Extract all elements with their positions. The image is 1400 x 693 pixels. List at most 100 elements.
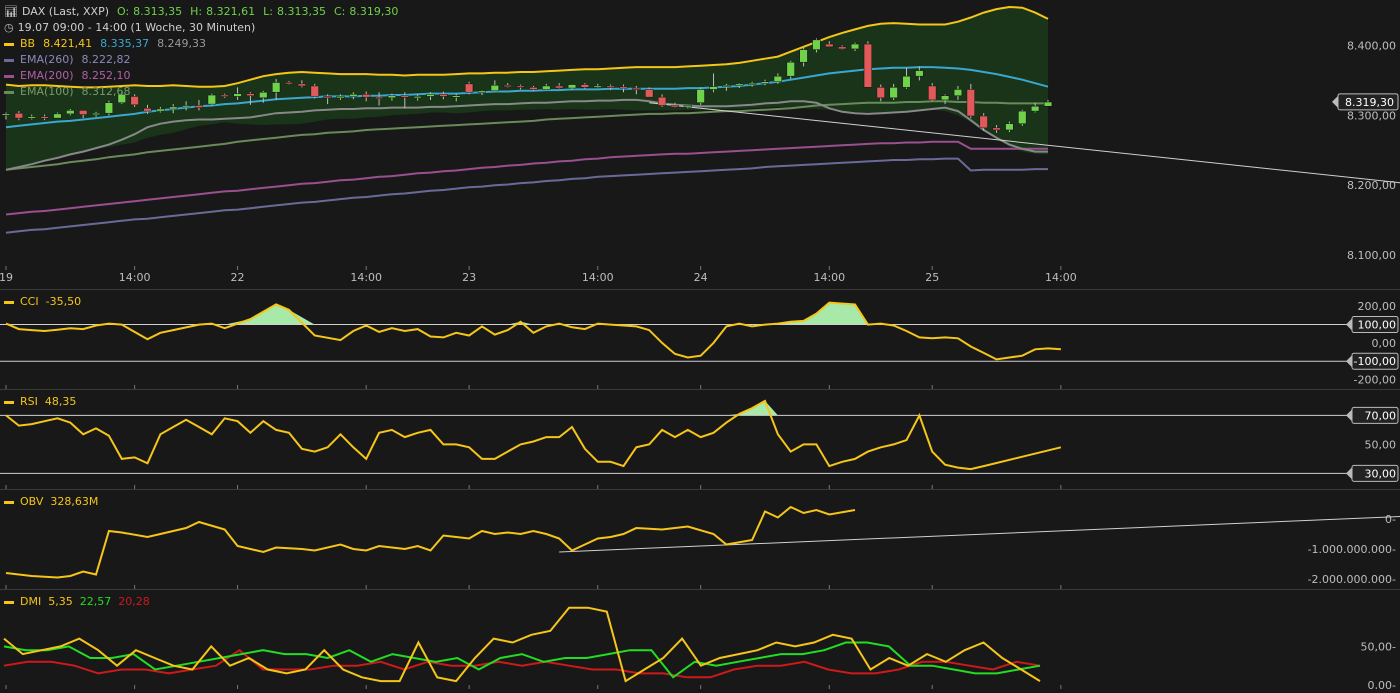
candle-body	[710, 87, 718, 90]
x-tick-label: 14:00	[350, 271, 382, 284]
open-label: O:	[117, 4, 129, 20]
candle-body	[915, 71, 923, 77]
open-value: 8.313,35	[133, 4, 182, 20]
low-label: L:	[263, 4, 273, 20]
obv-y-tick-label: -2.000.000.000-	[1308, 573, 1396, 586]
candle-body	[440, 94, 448, 96]
candle-body	[452, 96, 460, 98]
rsi-swatch	[4, 401, 14, 404]
low-value: 8.313,35	[277, 4, 326, 20]
candle-body	[2, 114, 10, 116]
ema100-value: 8.312,68	[82, 84, 131, 100]
candle-body	[1006, 124, 1014, 130]
x-tick-label: 14:00	[1045, 271, 1077, 284]
obv-swatch	[4, 501, 14, 504]
cci-legend[interactable]: CCI -35,50	[4, 294, 81, 310]
candle-body	[645, 89, 653, 97]
ema200-legend-row[interactable]: EMA(200) 8.252,10	[4, 68, 398, 84]
clock-icon[interactable]: ◷	[4, 20, 14, 36]
candle-body	[825, 44, 833, 47]
candle-body	[671, 106, 679, 108]
bb-upper-value: 8.421,41	[43, 36, 92, 52]
dmi-legend[interactable]: DMI 5,35 22,57 20,28	[4, 594, 150, 610]
high-value: 8.321,61	[206, 4, 255, 20]
cci-level-label: 100,00	[1358, 319, 1397, 332]
ema100-swatch	[4, 91, 14, 94]
x-tick-label: 23	[462, 271, 476, 284]
cci-y-tick-label: 0,00	[1372, 337, 1397, 350]
candle-body	[787, 62, 795, 76]
bb-swatch	[4, 43, 14, 46]
candle-body	[903, 76, 911, 87]
candle-body	[157, 109, 165, 111]
cci-y-tick-label: -200,00	[1354, 374, 1396, 387]
candle-body	[414, 96, 422, 98]
x-tick-label: 24	[694, 271, 708, 284]
candle-body	[761, 82, 769, 84]
y-tick-label: 8.300,00	[1347, 109, 1396, 122]
bb-legend-label: BB	[20, 36, 35, 52]
obv-y-tick-label: 0-	[1385, 513, 1396, 526]
dmi-minus-di-value: 20,28	[118, 594, 150, 610]
symbol-row: 📊︎ DAX (Last, XXP) O: 8.313,35 H: 8.321,…	[4, 4, 398, 20]
ema260-legend-label: EMA(260)	[20, 52, 74, 68]
candle-body	[735, 84, 743, 86]
candle-body	[658, 97, 666, 105]
obv-y-tick-label: -1.000.000.000-	[1308, 543, 1396, 556]
candle-body	[993, 128, 1001, 130]
symbol-label: DAX (Last, XXP)	[22, 4, 109, 20]
candle-body	[877, 87, 885, 97]
candle-body	[864, 44, 872, 87]
candle-body	[144, 108, 152, 111]
dmi-y-tick-label: 0,00-	[1368, 679, 1396, 689]
ema260-swatch	[4, 59, 14, 62]
candle-body	[54, 114, 62, 118]
candle-body	[620, 87, 628, 89]
candle-body	[182, 106, 190, 108]
dmi-swatch	[4, 601, 14, 604]
candle-body	[195, 106, 203, 108]
obv-legend-value: 328,63M	[50, 494, 98, 510]
rsi-legend-value: 48,35	[45, 394, 77, 410]
candle-body	[594, 86, 602, 88]
candle-body	[890, 87, 898, 97]
candle-body	[1018, 111, 1026, 124]
candle-body	[555, 86, 563, 88]
rsi-level-label: 30,00	[1365, 467, 1397, 480]
bb-lower-value: 8.249,33	[157, 36, 206, 52]
x-tick-label: 14:00	[119, 271, 151, 284]
candle-body	[517, 86, 525, 88]
candle-body	[607, 86, 615, 88]
candle-body	[941, 96, 949, 100]
rsi-legend-label: RSI	[20, 394, 38, 410]
cci-swatch	[4, 301, 14, 304]
cci-y-tick-label: 200,00	[1358, 300, 1397, 313]
chart-type-icon[interactable]: 📊︎	[4, 4, 18, 20]
candle-body	[967, 89, 975, 116]
candle-body	[401, 96, 409, 98]
obv-legend[interactable]: OBV 328,63M	[4, 494, 98, 510]
candle-body	[632, 88, 640, 90]
ema260-value: 8.222,82	[82, 52, 131, 68]
cci-legend-label: CCI	[20, 294, 39, 310]
dmi-legend-label: DMI	[20, 594, 41, 610]
ema200-value: 8.252,10	[82, 68, 131, 84]
candle-body	[838, 47, 846, 49]
bb-legend-row[interactable]: BB 8.421,41 8.335,37 8.249,33	[4, 36, 398, 52]
x-tick-label: 14:00	[813, 271, 845, 284]
candle-body	[800, 50, 808, 63]
ema260-legend-row[interactable]: EMA(260) 8.222,82	[4, 52, 398, 68]
rsi-legend[interactable]: RSI 48,35	[4, 394, 76, 410]
candle-body	[79, 110, 87, 114]
dmi-adx-value: 22,57	[80, 594, 112, 610]
chart-root: 1914:002214:002314:002414:002514:008.400…	[0, 0, 1400, 689]
candle-body	[568, 85, 576, 88]
candle-body	[928, 86, 936, 100]
candle-body	[92, 113, 100, 115]
period-row: ◷ 19.07 09:00 - 14:00 (1 Woche, 30 Minut…	[4, 20, 398, 36]
ema100-legend-row[interactable]: EMA(100) 8.312,68	[4, 84, 398, 100]
candle-body	[105, 103, 113, 113]
rsi-y-tick-label: 50,00	[1365, 438, 1397, 451]
x-tick-label: 19	[0, 271, 13, 284]
candle-body	[813, 40, 821, 50]
